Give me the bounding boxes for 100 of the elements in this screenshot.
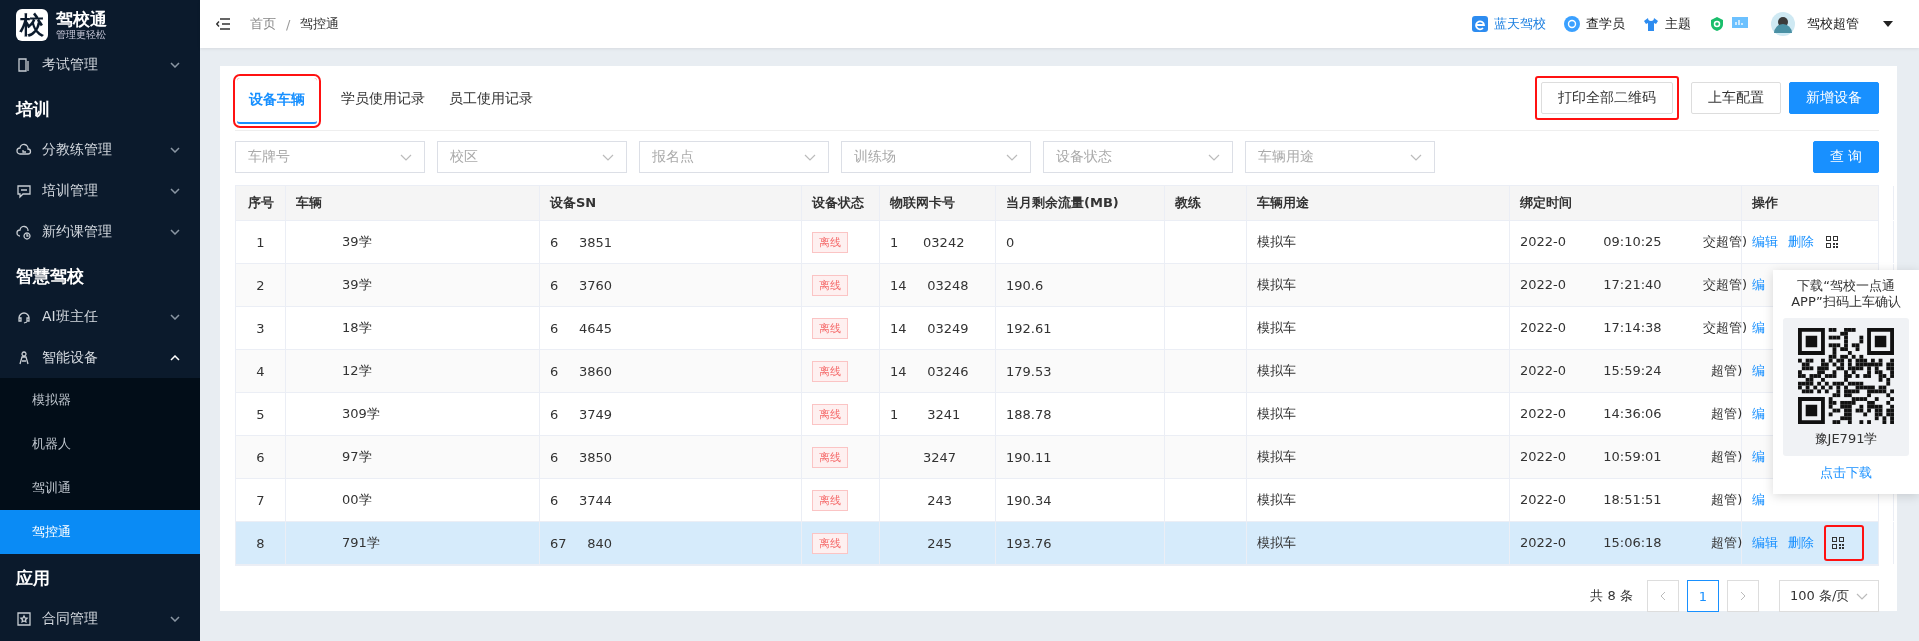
chevron-icon: [170, 146, 180, 153]
table-cell-text: 243: [926, 492, 952, 508]
table-cell: 2022-0 18:51:51 超管): [1520, 491, 1743, 509]
menu-icon: [16, 141, 32, 158]
qr-code-icon[interactable]: [1826, 236, 1838, 248]
tab[interactable]: 员工使用记录: [449, 66, 533, 130]
download-link[interactable]: 点击下载: [1820, 464, 1872, 482]
tshirt-icon: [1643, 16, 1659, 32]
table-cell: 2022-0 10:59:01 超管): [1520, 448, 1743, 466]
table-cell-text: 12学: [341, 362, 372, 380]
table-cell: 模拟车: [1257, 534, 1296, 552]
action-link[interactable]: 编: [1752, 405, 1765, 423]
breadcrumb-link[interactable]: 首页: [250, 15, 276, 33]
search-icon: [1564, 16, 1580, 32]
table-cell: 3: [256, 320, 265, 336]
filter-select[interactable]: 车牌号: [235, 141, 425, 173]
table-cell: 188.78: [1006, 406, 1052, 422]
action-button[interactable]: 打印全部二维码: [1541, 82, 1673, 114]
sidebar-section-title: 应用: [15, 567, 51, 590]
search-student-link[interactable]: 查学员: [1586, 15, 1625, 33]
table-cell-text: 309学: [341, 405, 380, 423]
table-cell: 模拟车: [1257, 319, 1296, 337]
status-tag: 离线: [812, 317, 848, 339]
page-size-select[interactable]: 100 条/页: [1779, 580, 1879, 612]
sidebar-item[interactable]: 新约课管理: [0, 211, 200, 252]
sidebar-subitem[interactable]: 模拟器: [0, 378, 200, 422]
table-cell: 14 03249: [890, 320, 969, 336]
theme-link[interactable]: 主题: [1665, 15, 1691, 33]
page-button[interactable]: 1: [1687, 580, 1719, 612]
table-cell: 2022-0 09:10:25 交超管): [1520, 233, 1748, 251]
table-cell: 190.6: [1006, 277, 1044, 293]
sidebar-item[interactable]: 智能设备: [0, 337, 200, 378]
status-tag: 离线: [812, 231, 848, 253]
app-slogan: 管理更轻松: [56, 29, 107, 41]
action-link[interactable]: 编辑: [1752, 534, 1778, 552]
table-cell: 67 840: [550, 535, 613, 551]
action-button[interactable]: 新增设备: [1789, 82, 1879, 114]
qr-code-icon[interactable]: [1832, 537, 1844, 549]
table-cell: 14 03246: [890, 363, 969, 379]
table-cell-text: 245: [926, 535, 952, 551]
caret-icon[interactable]: [1883, 21, 1893, 27]
table-cell: 模拟车: [1257, 448, 1296, 466]
filter-select[interactable]: 车辆用途: [1245, 141, 1435, 173]
action-link[interactable]: 编: [1752, 319, 1765, 337]
logo-mark: 校: [16, 9, 48, 41]
chevron-icon: [1208, 153, 1220, 161]
table-cell-text: 00学: [341, 491, 372, 509]
school-link[interactable]: 蓝天驾校: [1494, 15, 1546, 33]
chevron-icon: [1856, 592, 1868, 600]
user-name[interactable]: 驾校超管: [1807, 15, 1859, 33]
sidebar-subitem[interactable]: 驾训通: [0, 466, 200, 510]
sidebar-item[interactable]: AI班主任: [0, 296, 200, 337]
breadcrumb-current: 驾控通: [300, 15, 340, 33]
sidebar-item[interactable]: 考试管理: [0, 44, 200, 85]
action-link[interactable]: 编: [1752, 362, 1765, 380]
chevron-icon: [400, 153, 412, 161]
table-cell-text: 39学: [341, 233, 372, 251]
table-cell: 179.53: [1006, 363, 1052, 379]
chevron-icon: [1006, 153, 1018, 161]
tab[interactable]: 学员使用记录: [341, 66, 425, 130]
filter-select[interactable]: 校区: [437, 141, 627, 173]
table-cell: 4: [256, 363, 265, 379]
sidebar-item[interactable]: 合同管理: [0, 598, 200, 639]
action-link[interactable]: 编辑: [1752, 233, 1778, 251]
sidebar-item[interactable]: 分教练管理: [0, 129, 200, 170]
sidebar-subitem[interactable]: 机器人: [0, 422, 200, 466]
filter-select[interactable]: 训练场: [841, 141, 1031, 173]
table-cell: 2022-0 17:14:38 交超管): [1520, 319, 1748, 337]
action-button[interactable]: 上车配置: [1691, 82, 1781, 114]
action-link[interactable]: 编: [1752, 276, 1765, 294]
avatar-icon[interactable]: [1771, 12, 1795, 36]
menu-fold-icon[interactable]: [216, 18, 230, 30]
sidebar-section-title: 培训: [14, 98, 51, 121]
chevron-icon: [170, 61, 180, 68]
app-name: 驾校通: [56, 9, 107, 29]
table-cell: 6 3860: [550, 363, 613, 379]
action-link[interactable]: 删除: [1788, 534, 1814, 552]
sidebar-item[interactable]: 培训管理: [0, 170, 200, 211]
chevron-icon: [170, 354, 180, 361]
chevron-icon: [170, 615, 180, 622]
filter-select[interactable]: 设备状态: [1043, 141, 1233, 173]
table-cell: 192.61: [1006, 320, 1052, 336]
column-header: 序号: [236, 186, 286, 220]
chevron-left-icon: [1660, 591, 1666, 601]
column-header: 车辆用途: [1247, 186, 1510, 220]
chevron-right-icon: [1740, 591, 1746, 601]
browser-icon: [1472, 16, 1488, 32]
query-button[interactable]: 查 询: [1813, 141, 1879, 173]
filter-select[interactable]: 报名点: [639, 141, 829, 173]
table-cell: 6 3744: [550, 492, 613, 508]
column-header: 操作: [1742, 186, 1894, 220]
sidebar-subitem[interactable]: 驾控通: [0, 510, 200, 554]
table-cell: 6 4645: [550, 320, 613, 336]
action-link[interactable]: 删除: [1788, 233, 1814, 251]
sidebar-section-title: 智慧驾校: [15, 265, 85, 288]
table-cell: 1: [256, 234, 265, 250]
action-link[interactable]: 编: [1752, 448, 1765, 466]
table-cell: 模拟车: [1257, 276, 1296, 294]
action-link[interactable]: 编: [1752, 491, 1765, 509]
table-cell: 模拟车: [1257, 491, 1296, 509]
